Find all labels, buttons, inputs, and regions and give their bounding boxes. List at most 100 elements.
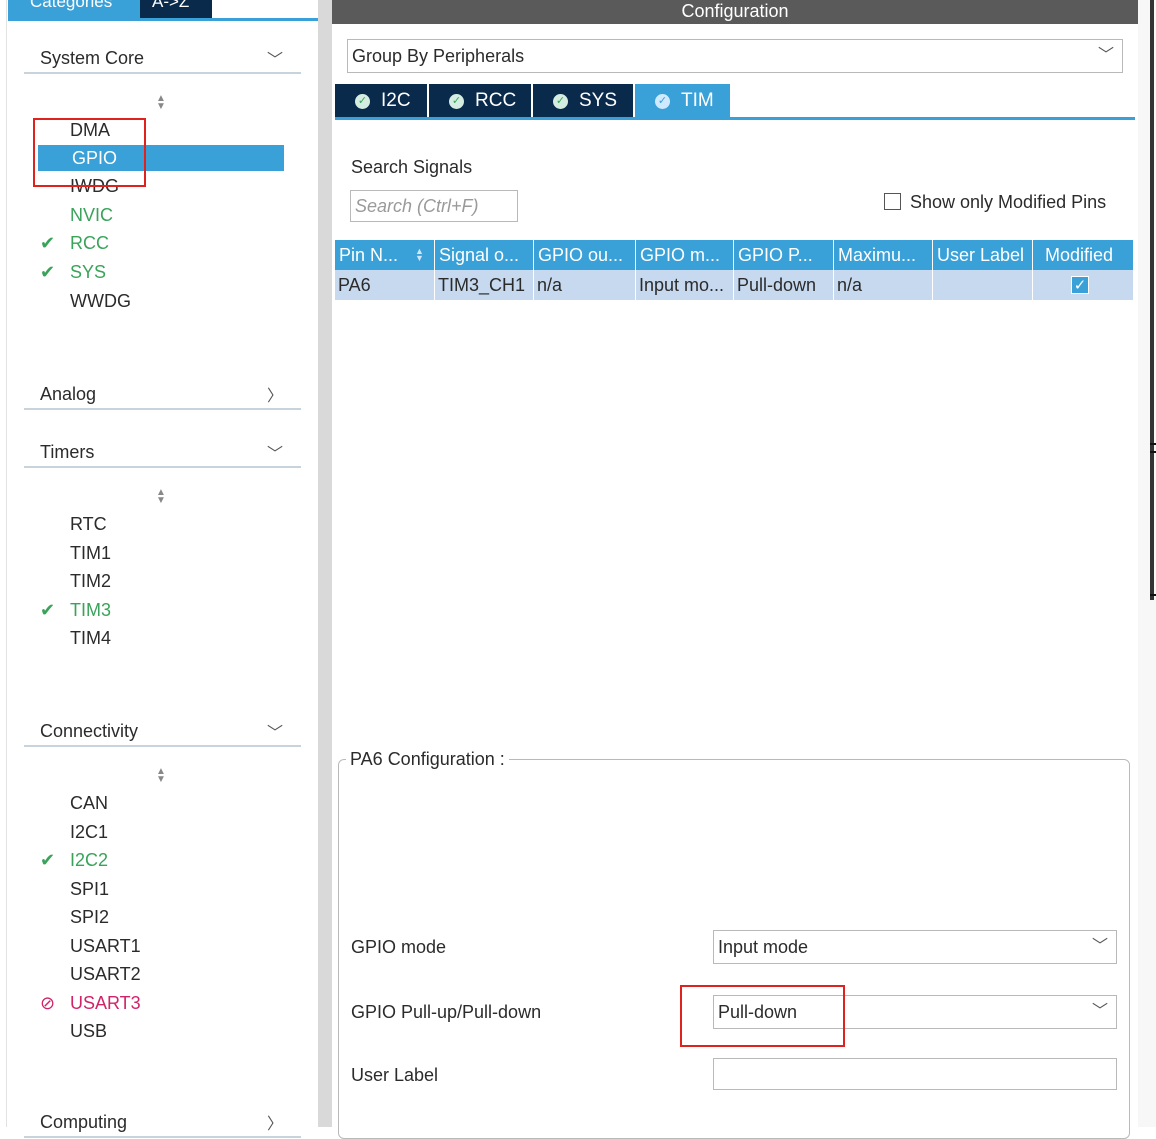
gpio-mode-select[interactable]: Input mode ﹀ [713, 930, 1117, 964]
list-item-i2c2[interactable]: ✔ I2C2 [38, 847, 284, 873]
list-item-tim1[interactable]: TIM1 [38, 540, 284, 566]
tab-rcc[interactable]: ✓ RCC [429, 84, 531, 118]
group-header-timers[interactable]: Timers ﹀ [24, 436, 301, 468]
highlight-box [33, 118, 146, 187]
tab-a-to-z[interactable]: A->Z [140, 0, 212, 18]
list-item-tim2[interactable]: TIM2 [38, 568, 284, 594]
tab-sys[interactable]: ✓ SYS [533, 84, 633, 118]
gpio-mode-value: Input mode [718, 937, 809, 957]
gpio-mode-label: GPIO mode [351, 937, 447, 957]
group-header-computing[interactable]: Computing 〉 [24, 1106, 301, 1138]
checkbox-box[interactable] [884, 193, 901, 210]
group-title: Timers [40, 442, 95, 462]
group-title: System Core [40, 48, 145, 68]
scrollbar[interactable] [1138, 0, 1156, 1127]
list-item-sys[interactable]: ✔ SYS [38, 259, 284, 285]
list-item-usart1[interactable]: USART1 [38, 933, 284, 959]
configuration-panel: Configuration Group By Peripherals ﹀ ✓ I… [332, 0, 1156, 1139]
check-circle-icon: ✓ [449, 94, 464, 109]
list-item-spi2[interactable]: SPI2 [38, 904, 284, 930]
list-item-usart2[interactable]: USART2 [38, 961, 284, 987]
chevron-down-icon[interactable]: ﹀ [267, 440, 283, 464]
cell-modified[interactable]: ✓ [1033, 270, 1133, 300]
column-header-gpio-mode[interactable]: GPIO m... [636, 240, 734, 270]
cell-pin: PA6 [335, 270, 435, 300]
panel-edge [6, 0, 7, 1127]
sort-icon: ▲ ▼ [415, 246, 424, 263]
check-circle-icon: ✓ [655, 94, 670, 109]
list-item-usb[interactable]: USB [38, 1018, 284, 1044]
modified-checkbox[interactable]: ✓ [1071, 276, 1089, 294]
tab-tim[interactable]: ✓ TIM [635, 84, 730, 118]
tab-categories[interactable]: Categories [8, 0, 140, 18]
list-item-i2c1[interactable]: I2C1 [38, 819, 284, 845]
list-item-rtc[interactable]: RTC [38, 511, 284, 537]
chevron-down-icon: ﹀ [1091, 1003, 1108, 1020]
chevron-down-icon[interactable]: ﹀ [267, 719, 283, 743]
pin-configuration-title: PA6 Configuration : [346, 749, 509, 770]
sort-icon[interactable]: ▲ ▼ [155, 488, 167, 506]
chevron-down-icon[interactable]: ﹀ [267, 46, 283, 70]
sort-icon[interactable]: ▲ ▼ [155, 767, 167, 785]
group-header-connectivity[interactable]: Connectivity ﹀ [24, 715, 301, 747]
list-item-tim3[interactable]: ✔ TIM3 [38, 597, 284, 623]
categories-panel: Categories A->Z System Core ﹀ ▲ ▼ DMA GPI… [0, 0, 318, 1138]
user-label-label: User Label [351, 1065, 439, 1085]
gpio-pull-label: GPIO Pull-up/Pull-down [351, 1002, 542, 1022]
scroll-mark [1150, 594, 1156, 596]
cell-maximum: n/a [834, 270, 933, 300]
scroll-mark [1150, 443, 1156, 445]
group-header-system-core[interactable]: System Core ﹀ [24, 42, 301, 74]
group-title: Analog [40, 384, 97, 404]
list-item-usart3[interactable]: ⊘ USART3 [38, 990, 284, 1016]
scrollbar-track[interactable] [1150, 0, 1154, 600]
show-modified-label: Show only Modified Pins [910, 192, 1107, 212]
cell-gpio-output: n/a [534, 270, 636, 300]
column-header-modified[interactable]: Modified [1033, 240, 1133, 270]
search-input[interactable] [350, 190, 518, 222]
column-header-user-label[interactable]: User Label [933, 240, 1033, 270]
column-header-pin-name[interactable]: Pin N... ▲ ▼ [335, 240, 435, 270]
list-item-spi1[interactable]: SPI1 [38, 876, 284, 902]
prohibited-icon: ⊘ [40, 993, 56, 1013]
column-header-maximum[interactable]: Maximu... [834, 240, 933, 270]
list-item-nvic[interactable]: NVIC [38, 202, 284, 228]
check-circle-icon: ✓ [355, 94, 370, 109]
search-signals-label: Search Signals [351, 157, 473, 177]
check-icon: ✔ [40, 600, 56, 620]
group-title: Connectivity [40, 721, 139, 741]
group-by-select[interactable]: Group By Peripherals ﹀ [347, 39, 1123, 73]
chevron-right-icon[interactable]: 〉 [267, 1110, 283, 1134]
tab-underline [8, 18, 318, 21]
tab-i2c[interactable]: ✓ I2C [335, 84, 427, 118]
check-icon: ✔ [40, 262, 56, 282]
check-icon: ✔ [40, 850, 56, 870]
check-circle-icon: ✓ [553, 94, 568, 109]
chevron-down-icon: ﹀ [1091, 938, 1108, 955]
list-item-wwdg[interactable]: WWDG [38, 288, 284, 314]
tabs-underline [335, 117, 1135, 120]
user-label-input[interactable] [713, 1058, 1117, 1090]
cell-user-label [933, 270, 1033, 300]
check-icon: ✔ [40, 233, 56, 253]
list-item-tim4[interactable]: TIM4 [38, 625, 284, 651]
highlight-box [680, 985, 845, 1047]
chevron-right-icon[interactable]: 〉 [267, 382, 283, 406]
list-item-can[interactable]: CAN [38, 790, 284, 816]
cell-gpio-mode: Input mo... [636, 270, 734, 300]
table-row[interactable]: PA6 TIM3_CH1 n/a Input mo... Pull-down n… [335, 270, 1133, 300]
chevron-down-icon: ﹀ [1097, 47, 1114, 64]
list-item-rcc[interactable]: ✔ RCC [38, 230, 284, 256]
scroll-mark [1150, 451, 1156, 453]
sort-icon[interactable]: ▲ ▼ [155, 94, 167, 112]
column-header-signal[interactable]: Signal o... [435, 240, 534, 270]
column-header-gpio-output[interactable]: GPIO ou... [534, 240, 636, 270]
column-header-gpio-pull[interactable]: GPIO P... [734, 240, 834, 270]
group-by-value: Group By Peripherals [352, 46, 525, 66]
cell-signal: TIM3_CH1 [435, 270, 534, 300]
group-title: Computing [40, 1112, 128, 1132]
group-header-analog[interactable]: Analog 〉 [24, 378, 301, 410]
configuration-header: Configuration [332, 0, 1138, 24]
table-header: Pin N... ▲ ▼ Signal o... GPIO ou... GPIO … [335, 240, 1133, 270]
panel-splitter[interactable] [318, 0, 332, 1127]
